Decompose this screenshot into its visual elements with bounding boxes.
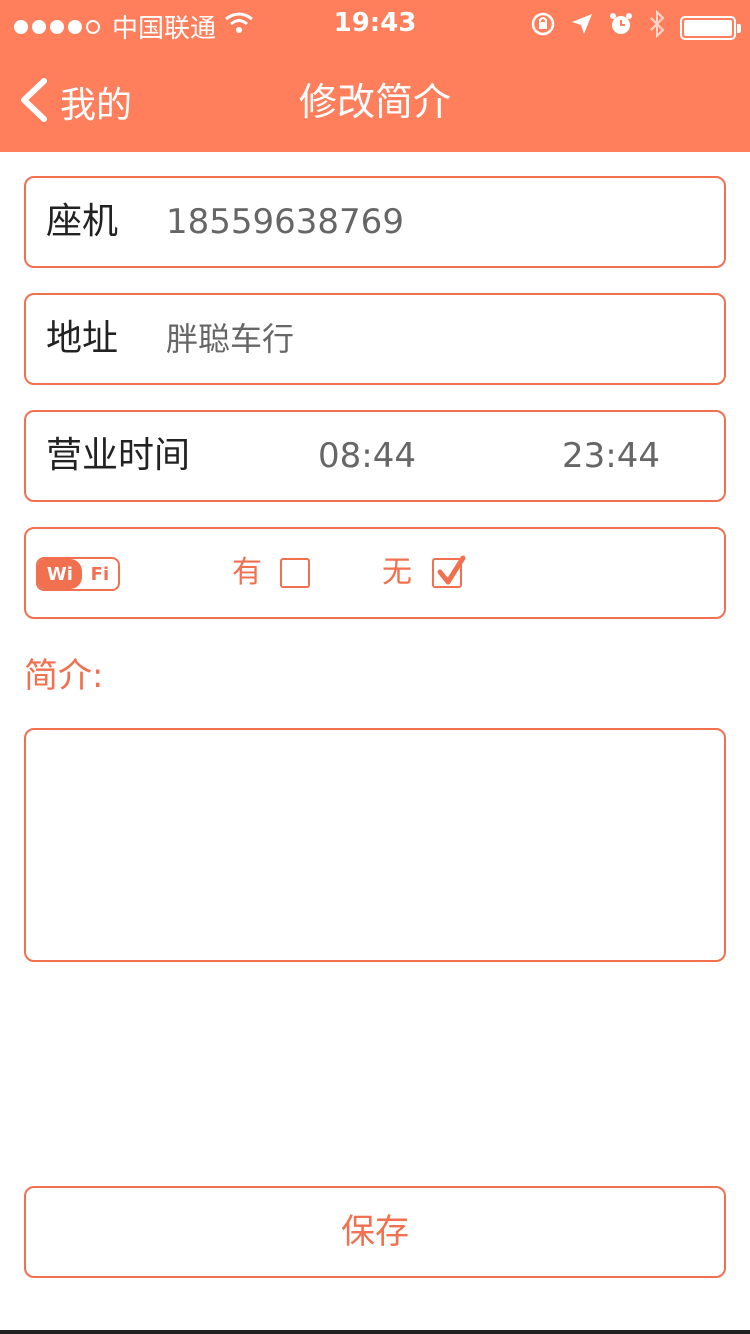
status-right <box>530 9 741 45</box>
wifi-badge-left: Wi <box>38 559 82 589</box>
status-left: 中国联通 <box>14 8 254 45</box>
address-input[interactable] <box>166 295 686 383</box>
phone-label: 座机 <box>46 201 119 242</box>
rotation-lock-icon <box>530 11 556 44</box>
alarm-icon <box>608 11 634 44</box>
business-hours-row: 营业时间 08:44 23:44 <box>24 410 726 502</box>
wifi-signal-icon <box>224 11 254 42</box>
header: 中国联通 19:43 我的 修改简介 <box>0 0 750 152</box>
signal-strength-icon <box>14 19 100 34</box>
business-hours-label: 营业时间 <box>46 435 191 476</box>
phone-input[interactable] <box>166 178 686 266</box>
location-arrow-icon <box>570 12 594 43</box>
bluetooth-icon <box>648 9 666 45</box>
wifi-yes-checkbox[interactable] <box>280 558 310 588</box>
back-button[interactable]: 我的 <box>18 74 132 130</box>
wifi-yes-label: 有 <box>232 555 262 590</box>
checkmark-icon <box>437 555 466 585</box>
wifi-no-label: 无 <box>382 555 412 590</box>
save-button[interactable]: 保存 <box>24 1186 726 1278</box>
wifi-row: Wi Fi 有 无 <box>24 527 726 619</box>
carrier-name: 中国联通 <box>112 14 217 44</box>
address-field-row: 地址 <box>24 293 726 385</box>
wifi-badge-right: Fi <box>90 563 110 585</box>
phone-field-row: 座机 <box>24 176 726 268</box>
status-bar: 中国联通 19:43 <box>0 0 750 50</box>
intro-label: 简介: <box>24 656 104 696</box>
address-label: 地址 <box>46 318 119 359</box>
wifi-icon: Wi Fi <box>36 557 120 591</box>
bottom-divider <box>0 1330 750 1334</box>
intro-field <box>24 728 726 962</box>
close-time-picker[interactable]: 23:44 <box>562 412 660 500</box>
intro-textarea[interactable] <box>26 730 724 960</box>
open-time-picker[interactable]: 08:44 <box>318 412 416 500</box>
back-label: 我的 <box>60 85 133 126</box>
battery-icon <box>680 15 741 40</box>
chevron-left-icon <box>18 78 48 126</box>
edit-intro-screen: 中国联通 19:43 我的 修改简介 座机 18559638769 地址 胖聪车… <box>0 0 750 1334</box>
wifi-no-checkbox[interactable] <box>432 555 466 588</box>
